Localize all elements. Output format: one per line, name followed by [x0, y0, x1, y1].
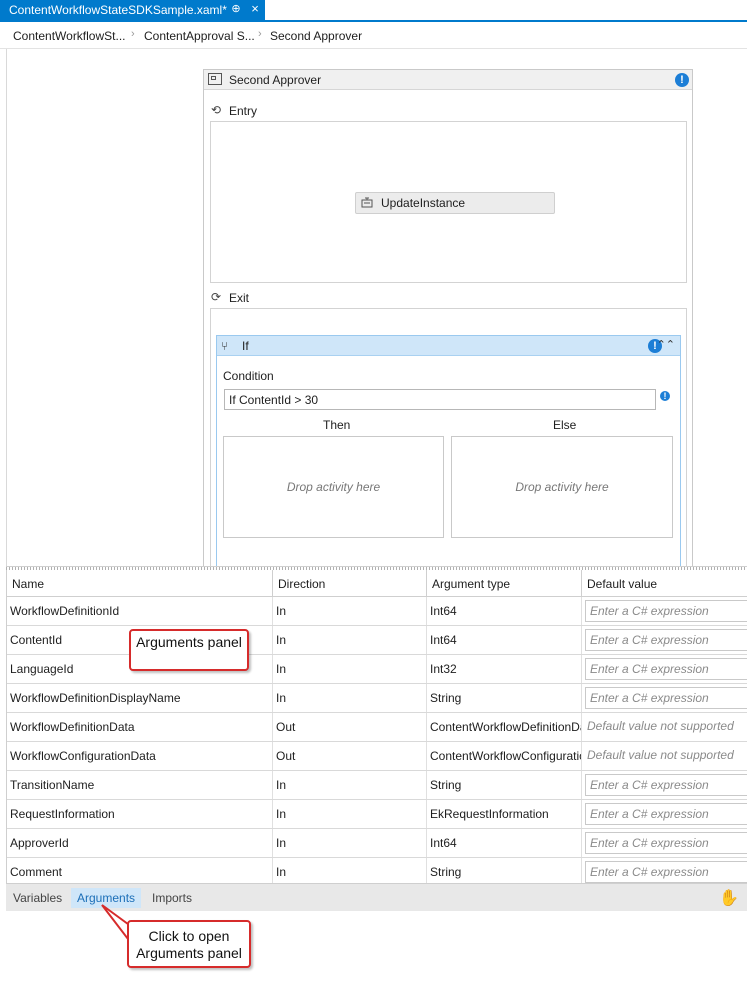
table-row[interactable]: WorkflowDefinitionId In Int64 Enter a C# ex… — [7, 597, 747, 626]
table-row[interactable]: ApproverId In Int64 Enter a C# expression — [7, 829, 747, 858]
table-row[interactable]: WorkflowDefinitionData Out ContentWorkflow… — [7, 713, 747, 742]
document-tab[interactable]: ContentWorkflowStateSDKSample.xaml* ⊕ × — [0, 0, 265, 20]
cell-name[interactable]: TransitionName — [7, 771, 273, 799]
cell-direction[interactable]: Out — [273, 742, 427, 770]
cell-name[interactable]: WorkflowDefinitionData — [7, 713, 273, 741]
cell-direction[interactable]: In — [273, 626, 427, 654]
pin-icon[interactable]: ⊕ — [229, 2, 243, 16]
condition-label: Condition — [223, 369, 274, 383]
callout-text: Arguments panel — [136, 634, 242, 650]
chevron-right-icon: › — [131, 28, 135, 40]
column-header-name[interactable]: Name — [7, 570, 273, 597]
exit-icon: ⟳ — [211, 290, 222, 304]
column-header-direction[interactable]: Direction — [273, 570, 427, 597]
cell-direction[interactable]: In — [273, 829, 427, 857]
table-row[interactable]: ContentId In Int64 Enter a C# expression — [7, 626, 747, 655]
cell-type[interactable]: ContentWorkflowDefinitionData — [427, 713, 582, 741]
default-value-unsupported: Default value not supported — [585, 745, 747, 767]
else-drop-zone[interactable]: Drop activity here — [451, 436, 673, 538]
document-tab-title: ContentWorkflowStateSDKSample.xaml* — [9, 3, 227, 17]
cell-name[interactable]: WorkflowDefinitionDisplayName — [7, 684, 273, 712]
tab-variables[interactable]: Variables — [7, 888, 68, 908]
cell-name[interactable]: WorkflowConfigurationData — [7, 742, 273, 770]
cell-type[interactable]: Int64 — [427, 597, 582, 625]
if-branch-icon: ⑂ — [221, 339, 229, 353]
cell-type[interactable]: String — [427, 684, 582, 712]
cell-type[interactable]: EkRequestInformation — [427, 800, 582, 828]
chevron-right-icon: › — [258, 28, 262, 40]
condition-input[interactable] — [224, 389, 656, 410]
exit-label: Exit — [229, 291, 250, 305]
if-title: If — [242, 339, 249, 353]
cell-name[interactable]: Comment — [7, 858, 273, 886]
cell-type[interactable]: Int32 — [427, 655, 582, 683]
cell-name[interactable]: RequestInformation — [7, 800, 273, 828]
default-value-expression-input[interactable]: Enter a C# expression — [585, 687, 747, 709]
default-value-expression-input[interactable]: Enter a C# expression — [585, 861, 747, 883]
table-row[interactable]: WorkflowConfigurationData Out ContentWorkf… — [7, 742, 747, 771]
open-arguments-callout: Click to open Arguments panel — [127, 920, 251, 968]
default-value-expression-input[interactable]: Enter a C# expression — [585, 803, 747, 825]
breadcrumb-item-second-approver[interactable]: Second Approver — [270, 29, 362, 43]
arguments-grid: Name Direction Argument type Default val… — [6, 570, 747, 887]
exit-drop-area[interactable]: ⑂ If ! ⌃⌃ Condition ! Then Else Drop act… — [210, 308, 687, 571]
default-value-unsupported: Default value not supported — [585, 716, 747, 738]
update-instance-activity[interactable]: UpdateInstance — [355, 192, 555, 214]
state-title: Second Approver — [229, 73, 322, 87]
arguments-panel-callout: Arguments panel — [129, 629, 249, 671]
entry-drop-area[interactable]: UpdateInstance — [210, 121, 687, 283]
activity-icon — [361, 197, 373, 208]
state-icon — [208, 73, 222, 85]
callout-text: Click to open Arguments panel — [136, 928, 242, 961]
cell-type[interactable]: String — [427, 858, 582, 886]
cell-name[interactable]: ApproverId — [7, 829, 273, 857]
breadcrumb-item-workflow[interactable]: ContentWorkflowSt... — [13, 29, 126, 43]
if-header[interactable]: ⑂ If ! ⌃⌃ — [217, 336, 680, 356]
tab-imports[interactable]: Imports — [146, 888, 198, 908]
cell-direction[interactable]: In — [273, 800, 427, 828]
breadcrumb: ContentWorkflowSt... › ContentApproval S… — [0, 22, 747, 49]
cell-name[interactable]: WorkflowDefinitionId — [7, 597, 273, 625]
cell-type[interactable]: Int64 — [427, 829, 582, 857]
entry-label: Entry — [229, 104, 258, 118]
collapse-icon[interactable]: ⌃⌃ — [657, 338, 675, 351]
table-row[interactable]: TransitionName In String Enter a C# express… — [7, 771, 747, 800]
warning-icon[interactable]: ! — [660, 391, 670, 401]
pan-hand-icon[interactable]: ✋ — [719, 888, 739, 908]
drop-hint: Drop activity here — [515, 480, 609, 494]
entry-icon: ⟲ — [211, 103, 222, 117]
cell-type[interactable]: String — [427, 771, 582, 799]
else-label: Else — [553, 418, 577, 432]
table-row[interactable]: RequestInformation In EkRequestInformation… — [7, 800, 747, 829]
drop-hint: Drop activity here — [286, 480, 381, 494]
cell-type[interactable]: ContentWorkflowConfigurationData — [427, 742, 582, 770]
update-instance-label: UpdateInstance — [381, 196, 466, 210]
default-value-expression-input[interactable]: Enter a C# expression — [585, 832, 747, 854]
column-header-default-value[interactable]: Default value — [582, 570, 747, 597]
cell-direction[interactable]: In — [273, 684, 427, 712]
default-value-expression-input[interactable]: Enter a C# expression — [585, 629, 747, 651]
table-row[interactable]: WorkflowDefinitionDisplayName In String Ent… — [7, 684, 747, 713]
cell-direction[interactable]: In — [273, 597, 427, 625]
state-activity[interactable]: Second Approver ! ⟲ Entry UpdateInstance… — [203, 69, 693, 571]
default-value-expression-input[interactable]: Enter a C# expression — [585, 600, 747, 622]
cell-direction[interactable]: In — [273, 858, 427, 886]
breadcrumb-item-content-approval[interactable]: ContentApproval S... — [144, 29, 255, 43]
close-icon[interactable]: × — [248, 2, 262, 16]
cell-direction[interactable]: In — [273, 655, 427, 683]
cell-direction[interactable]: In — [273, 771, 427, 799]
then-drop-zone[interactable]: Drop activity here — [223, 436, 444, 538]
cell-type[interactable]: Int64 — [427, 626, 582, 654]
cell-direction[interactable]: Out — [273, 713, 427, 741]
if-activity[interactable]: ⑂ If ! ⌃⌃ Condition ! Then Else Drop act… — [216, 335, 681, 571]
document-tab-strip: ContentWorkflowStateSDKSample.xaml* ⊕ × — [0, 0, 747, 20]
warning-icon[interactable]: ! — [675, 73, 689, 87]
column-header-argument-type[interactable]: Argument type — [427, 570, 582, 597]
default-value-expression-input[interactable]: Enter a C# expression — [585, 658, 747, 680]
table-row[interactable]: LanguageId In Int32 Enter a C# expression — [7, 655, 747, 684]
default-value-expression-input[interactable]: Enter a C# expression — [585, 774, 747, 796]
then-label: Then — [323, 418, 351, 432]
state-header[interactable]: Second Approver ! — [204, 70, 692, 90]
